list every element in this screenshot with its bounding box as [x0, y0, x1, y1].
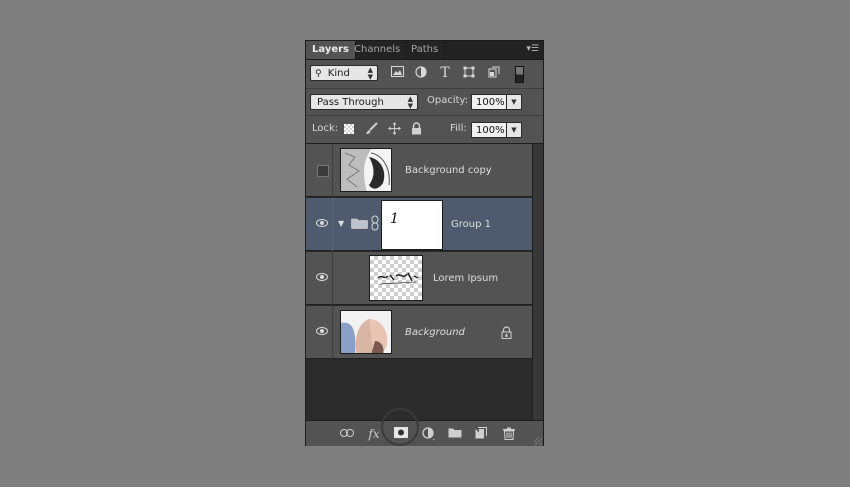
- visibility-toggle[interactable]: [310, 252, 333, 305]
- new-adjustment-icon[interactable]: [422, 427, 436, 441]
- panel-menu-icon[interactable]: ▾☰: [525, 44, 539, 55]
- link-layers-icon[interactable]: [340, 427, 354, 441]
- shape-filter-icon[interactable]: [462, 66, 476, 80]
- layer-row-background[interactable]: Background: [306, 306, 532, 359]
- tab-paths[interactable]: Paths: [405, 41, 446, 59]
- highlight-circle: [381, 408, 419, 446]
- image-filter-icon[interactable]: [390, 66, 404, 80]
- kind-label: Kind: [327, 68, 350, 79]
- visibility-toggle[interactable]: [310, 198, 333, 251]
- layer-name[interactable]: Lorem Ipsum: [433, 273, 498, 285]
- visibility-toggle[interactable]: [310, 144, 333, 197]
- layer-thumbnail: [340, 310, 392, 354]
- fill-field[interactable]: 100%: [471, 122, 507, 138]
- resize-grip[interactable]: [534, 437, 542, 445]
- smart-object-filter-icon[interactable]: [487, 66, 501, 80]
- blend-mode-value: Pass Through: [317, 97, 384, 108]
- lock-all-icon[interactable]: [409, 122, 423, 136]
- tab-channels[interactable]: Channels: [348, 41, 408, 59]
- lock-icon: [501, 326, 512, 342]
- visibility-toggle[interactable]: [310, 306, 333, 359]
- type-filter-icon[interactable]: T: [438, 66, 452, 80]
- layer-name[interactable]: Group 1: [451, 219, 491, 231]
- layer-row-background-copy[interactable]: Background copy: [306, 144, 532, 197]
- lock-position-icon[interactable]: [387, 122, 401, 136]
- layer-thumbnail: [369, 255, 423, 301]
- layer-row-lorem-ipsum[interactable]: Lorem Ipsum: [306, 252, 532, 305]
- updown-arrows-icon: ▲ ▼: [407, 95, 413, 110]
- layers-list: Background copy ▼ 1 Group 1 Lorem Ipsum …: [306, 144, 532, 420]
- eye-icon: [316, 273, 328, 281]
- lock-image-pixels-icon[interactable]: [364, 122, 378, 136]
- group-mask-thumbnail[interactable]: 1: [381, 200, 443, 250]
- layers-panel: Layers Channels Paths ▾☰ ⚲ Kind ▲ ▼ T Pas: [305, 40, 544, 446]
- opacity-dropdown-button[interactable]: ▼: [506, 94, 522, 110]
- layers-bottom-toolbar: fx: [306, 420, 543, 446]
- expand-triangle-icon[interactable]: ▼: [338, 219, 344, 228]
- panel-tab-bar: Layers Channels Paths ▾☰: [306, 41, 543, 60]
- filter-row: ⚲ Kind ▲ ▼ T: [306, 60, 543, 89]
- hidden-eye-icon: [317, 165, 329, 177]
- kind-filter-dropdown[interactable]: ⚲ Kind ▲ ▼: [310, 65, 378, 81]
- mask-stroke: 1: [390, 211, 399, 227]
- updown-arrows-icon: ▲ ▼: [367, 66, 373, 81]
- opacity-field[interactable]: 100%: [471, 94, 507, 110]
- fx-icon[interactable]: fx: [367, 427, 381, 441]
- layer-thumbnail: [340, 148, 392, 192]
- eye-icon: [316, 327, 328, 335]
- new-layer-icon[interactable]: [474, 427, 488, 441]
- opacity-label: Opacity:: [427, 95, 469, 106]
- folder-icon: [351, 217, 368, 232]
- fill-label: Fill:: [450, 123, 467, 134]
- lock-label: Lock:: [312, 123, 339, 134]
- layer-row-group-1[interactable]: ▼ 1 Group 1: [306, 198, 532, 251]
- lock-row: Lock: Fill: 100% ▼: [306, 116, 543, 144]
- layer-name[interactable]: Background: [405, 327, 465, 339]
- adjustment-filter-icon[interactable]: [414, 66, 428, 80]
- layers-scrollbar[interactable]: [532, 144, 543, 420]
- blend-mode-dropdown[interactable]: Pass Through ▲ ▼: [310, 94, 418, 110]
- blend-row: Pass Through ▲ ▼ Opacity: 100% ▼: [306, 89, 543, 116]
- fill-dropdown-button[interactable]: ▼: [506, 122, 522, 138]
- delete-icon[interactable]: [502, 427, 516, 441]
- search-icon: ⚲: [315, 69, 322, 79]
- layer-name[interactable]: Background copy: [405, 165, 492, 177]
- eye-icon: [316, 219, 328, 227]
- filter-toggle-icon[interactable]: [512, 66, 526, 83]
- lock-transparent-pixels-icon[interactable]: [344, 124, 354, 134]
- new-group-icon[interactable]: [448, 427, 462, 441]
- mask-link-icon[interactable]: [371, 215, 379, 234]
